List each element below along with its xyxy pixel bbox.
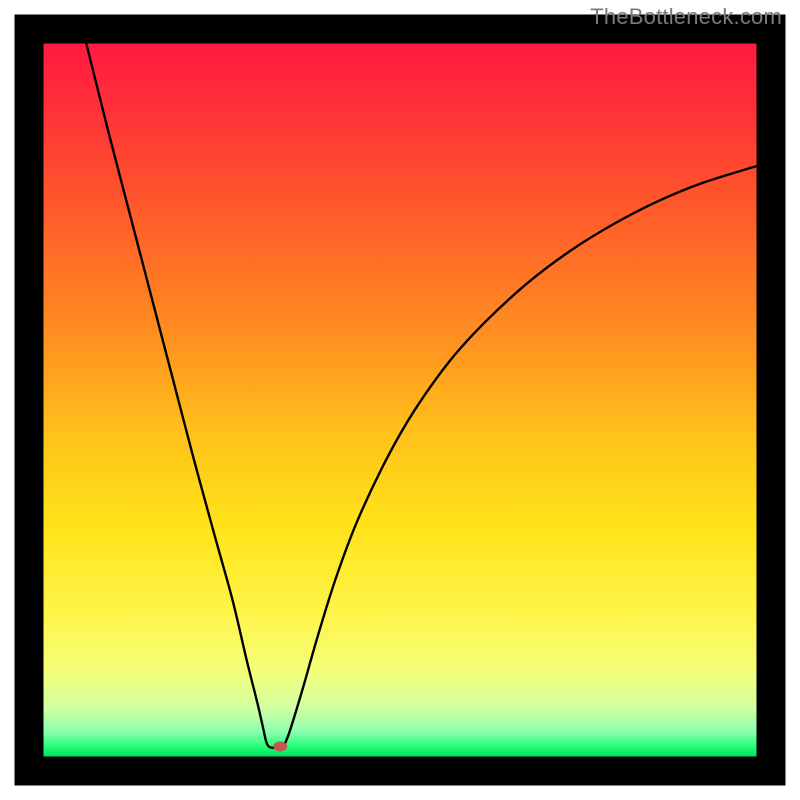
selected-point-marker [273,742,287,752]
watermark-text: TheBottleneck.com [590,4,782,30]
gradient-background [44,44,757,757]
chart-stage: TheBottleneck.com [0,0,800,800]
bottleneck-chart [0,0,800,800]
